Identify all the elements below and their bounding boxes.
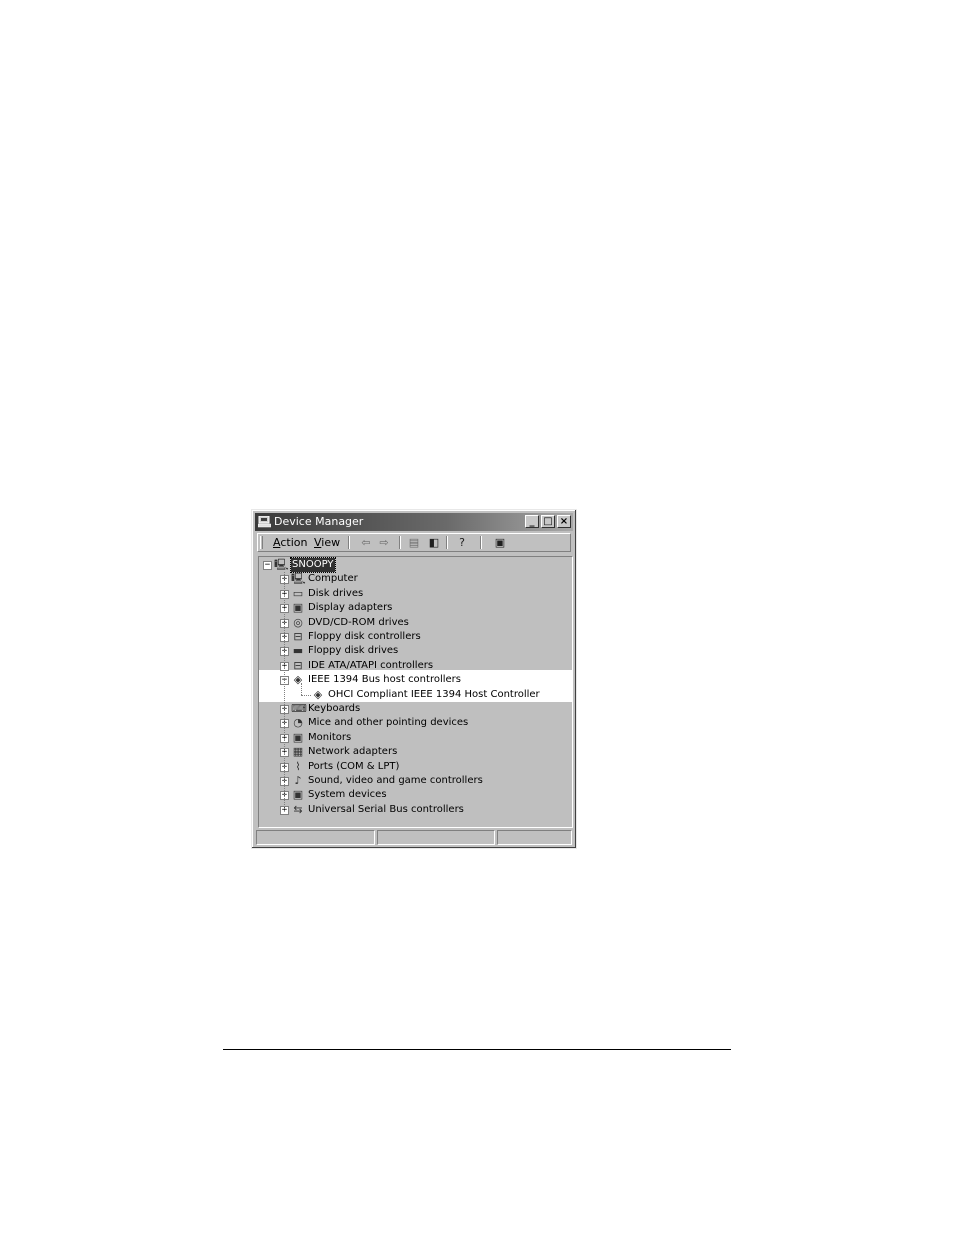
computer-icon xyxy=(258,516,271,528)
tree-item[interactable]: + ▬ Floppy disk drives xyxy=(259,644,572,658)
tree-item-label: Mice and other pointing devices xyxy=(308,717,469,729)
toolbar-separator xyxy=(446,536,448,549)
toolbar-separator xyxy=(480,536,482,549)
sound-icon: ♪ xyxy=(294,774,302,787)
tree-item-label: Computer xyxy=(308,573,358,585)
mouse-icon: ◔ xyxy=(293,716,303,730)
tree-item[interactable]: + ▣ System devices xyxy=(259,788,572,802)
tree-item[interactable]: + ♪ Sound, video and game controllers xyxy=(259,774,572,788)
page-footer-rule xyxy=(223,1049,731,1050)
window-title: Device Manager xyxy=(274,515,364,528)
tree-item-label: Display adapters xyxy=(308,602,393,614)
tree-item-label: Disk drives xyxy=(308,587,364,599)
device-manager-window: Device Manager _ □ × Action View ⇦ ⇨ ▤ ◧… xyxy=(251,509,577,849)
ieee1394-icon: ◈ xyxy=(313,687,323,701)
title-bar[interactable]: Device Manager _ □ × xyxy=(255,513,573,531)
tree-item[interactable]: + ▣ Display adapters xyxy=(259,601,572,615)
usb-icon: ⇆ xyxy=(293,802,303,816)
tree-item[interactable]: + ⊟ Floppy disk controllers xyxy=(259,630,572,644)
menu-toolbar: Action View ⇦ ⇨ ▤ ◧ ? ▣ xyxy=(257,533,571,552)
back-arrow-icon[interactable]: ⇦ xyxy=(358,536,374,549)
status-bar xyxy=(256,830,572,845)
status-cell xyxy=(256,830,375,845)
tree-item-label: Sound, video and game controllers xyxy=(308,775,483,786)
network-adapter-icon: ▦ xyxy=(292,745,304,759)
tree-item[interactable]: + ▦ Network adapters xyxy=(259,745,572,759)
close-button[interactable]: × xyxy=(557,515,571,528)
show-hide-tree-icon[interactable]: ▤ xyxy=(406,536,422,549)
properties-help-icon[interactable]: ? xyxy=(454,536,470,549)
monitor-icon: ▣ xyxy=(292,730,304,744)
tree-item[interactable]: + ◔ Mice and other pointing devices xyxy=(259,716,572,730)
device-tree-pane[interactable]: − 🖳 SNOOPY + 🖳 Computer + ▭ Disk drives + ▣ Display… xyxy=(258,556,573,828)
tree-item[interactable]: + ⌇ Ports (COM & LPT) xyxy=(259,760,572,774)
tree-item-label: Network adapters xyxy=(308,746,398,758)
computer-icon: 🖳 xyxy=(291,572,306,586)
tree-item-label: OHCI Compliant IEEE 1394 Host Controller xyxy=(328,688,540,700)
tree-item[interactable]: − ◈ IEEE 1394 Bus host controllers xyxy=(259,673,572,687)
toolbar-separator xyxy=(348,536,350,549)
tree-item[interactable]: + ▣ Monitors xyxy=(259,731,572,745)
details-view-icon[interactable]: ◧ xyxy=(426,536,442,549)
tree-item-label: System devices xyxy=(308,789,387,801)
tree-item-label: DVD/CD-ROM drives xyxy=(308,616,409,628)
tree-item[interactable]: + ⌨ Keyboards xyxy=(259,702,572,716)
tree-item[interactable]: + ▭ Disk drives xyxy=(259,587,572,601)
tree-item-label: Universal Serial Bus controllers xyxy=(308,803,464,815)
ieee1394-icon: ◈ xyxy=(293,673,303,687)
cd-rom-icon: ◎ xyxy=(293,615,303,629)
status-cell xyxy=(377,830,495,845)
minimize-button[interactable]: _ xyxy=(525,515,539,528)
port-icon: ⌇ xyxy=(295,759,301,773)
tree-item[interactable]: + ◎ DVD/CD-ROM drives xyxy=(259,616,572,630)
menu-view[interactable]: View xyxy=(314,536,340,550)
tree-item[interactable]: + 🖳 Computer xyxy=(259,572,572,586)
toolbar-separator xyxy=(399,536,401,549)
tree-item[interactable]: + ⊟ IDE ATA/ATAPI controllers xyxy=(259,659,572,673)
status-cell xyxy=(497,830,572,845)
toolbar-grip[interactable] xyxy=(260,536,263,549)
menu-action[interactable]: Action xyxy=(273,536,307,550)
tree-root[interactable]: − 🖳 SNOOPY xyxy=(259,557,572,573)
system-devices-icon: ▣ xyxy=(292,788,304,802)
tree-item-label: Floppy disk controllers xyxy=(308,631,421,642)
tree-item-label: Keyboards xyxy=(308,703,361,714)
display-adapter-icon: ▣ xyxy=(292,601,304,615)
disk-drive-icon: ▭ xyxy=(292,586,304,600)
maximize-button[interactable]: □ xyxy=(541,515,555,528)
floppy-drive-icon: ▬ xyxy=(292,644,304,658)
tree-connector xyxy=(301,694,311,696)
floppy-controller-icon: ⊟ xyxy=(293,630,303,643)
tree-item[interactable]: + ⇆ Universal Serial Bus controllers xyxy=(259,803,572,817)
collapse-icon[interactable]: − xyxy=(263,561,272,570)
keyboard-icon: ⌨ xyxy=(291,702,307,715)
tree-item-label: Floppy disk drives xyxy=(308,645,399,657)
forward-arrow-icon[interactable]: ⇨ xyxy=(376,536,392,549)
tree-connector xyxy=(301,683,302,696)
tree-item-label: Monitors xyxy=(308,731,352,743)
ide-controller-icon: ⊟ xyxy=(293,658,303,672)
tree-connector xyxy=(284,572,285,811)
tree-item-label: IEEE 1394 Bus host controllers xyxy=(308,674,461,686)
tree-item-label: IDE ATA/ATAPI controllers xyxy=(308,659,434,671)
tree-item-label: Ports (COM & LPT) xyxy=(308,760,400,772)
scan-hardware-icon[interactable]: ▣ xyxy=(492,536,508,549)
computer-icon: 🖳 xyxy=(274,558,289,571)
tree-root-label: SNOOPY xyxy=(290,557,336,573)
